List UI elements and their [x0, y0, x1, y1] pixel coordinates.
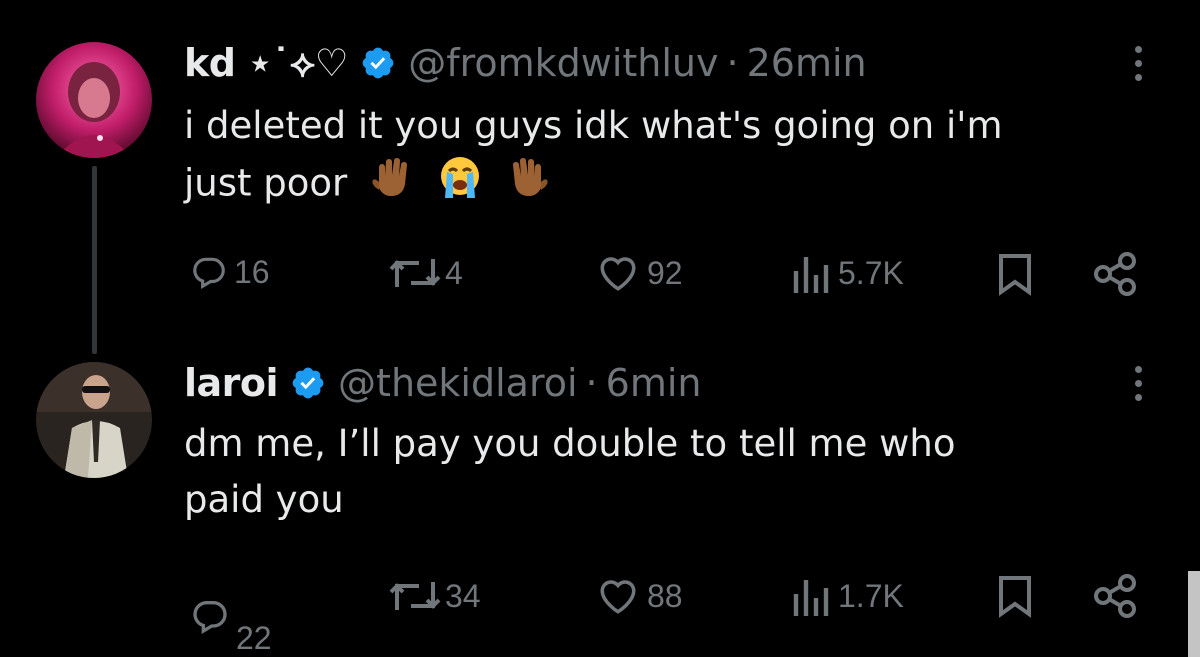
share-button[interactable]	[1093, 252, 1137, 296]
reply-button[interactable]: 16	[190, 253, 270, 291]
tweet-text-line: paid you	[184, 478, 344, 521]
tweet-text-line: i deleted it you guys idk what's going o…	[184, 104, 1003, 147]
more-options-icon[interactable]	[1133, 46, 1145, 88]
views-button[interactable]: 5.7K	[792, 253, 904, 293]
repost-button[interactable]: 34	[387, 576, 481, 616]
scrollbar[interactable]	[1188, 571, 1200, 657]
repost-count: 34	[445, 577, 481, 614]
tweet-header: kd ⋆˙⟡♡ @fromkdwithluv · 26min	[184, 40, 867, 86]
reply-count: 16	[234, 253, 270, 290]
reply-button[interactable]: 22	[190, 574, 272, 657]
views-count: 1.7K	[838, 577, 904, 614]
repost-button[interactable]: 4	[387, 253, 463, 293]
raised-hand-icon	[505, 154, 551, 216]
like-button[interactable]: 92	[597, 253, 683, 293]
more-options-icon[interactable]	[1133, 366, 1145, 408]
timestamp[interactable]: 26min	[747, 41, 867, 85]
views-icon	[793, 580, 829, 616]
author-name[interactable]: kd ⋆˙⟡♡	[184, 41, 349, 86]
share-icon	[1094, 252, 1136, 296]
verified-badge-icon	[360, 45, 396, 81]
tweet-text-line-2: just poor	[184, 154, 1144, 216]
raised-hand-icon	[369, 154, 415, 216]
timestamp[interactable]: 6min	[606, 361, 702, 405]
share-button[interactable]	[1093, 574, 1137, 618]
like-count: 92	[647, 254, 683, 291]
separator-dot: ·	[726, 41, 739, 85]
separator-dot: ·	[585, 361, 598, 405]
repost-icon	[389, 582, 441, 610]
loudly-crying-face-icon	[437, 154, 483, 216]
tweet-text: dm me, I’ll pay you double to tell me wh…	[184, 416, 1144, 528]
heart-icon	[600, 257, 636, 291]
author-name[interactable]: laroi	[184, 361, 279, 405]
author-handle[interactable]: @thekidlaroi	[338, 361, 578, 405]
reply-icon	[193, 600, 227, 634]
tweet-text-line: dm me, I’ll pay you double to tell me wh…	[184, 422, 956, 465]
views-icon	[793, 257, 829, 293]
heart-icon	[600, 580, 636, 614]
reply-count: 22	[236, 620, 272, 656]
bookmark-icon	[999, 254, 1031, 296]
repost-icon	[389, 259, 441, 287]
tweet-text: i deleted it you guys idk what's going o…	[184, 98, 1144, 216]
tweet-text-line: just poor	[184, 161, 348, 205]
like-button[interactable]: 88	[597, 576, 683, 616]
bookmark-icon	[999, 576, 1031, 618]
verified-badge-icon	[290, 365, 326, 401]
repost-count: 4	[445, 254, 463, 291]
avatar[interactable]	[36, 362, 152, 478]
views-button[interactable]: 1.7K	[792, 576, 904, 616]
reply-icon	[193, 257, 225, 290]
author-handle[interactable]: @fromkdwithluv	[408, 41, 718, 85]
bookmark-button[interactable]	[997, 252, 1033, 296]
thread-line	[92, 166, 97, 354]
avatar[interactable]	[36, 42, 152, 158]
tweet-header: laroi @thekidlaroi · 6min	[184, 360, 701, 406]
views-count: 5.7K	[838, 254, 904, 291]
bookmark-button[interactable]	[997, 574, 1033, 618]
like-count: 88	[647, 577, 683, 614]
share-icon	[1094, 574, 1136, 618]
